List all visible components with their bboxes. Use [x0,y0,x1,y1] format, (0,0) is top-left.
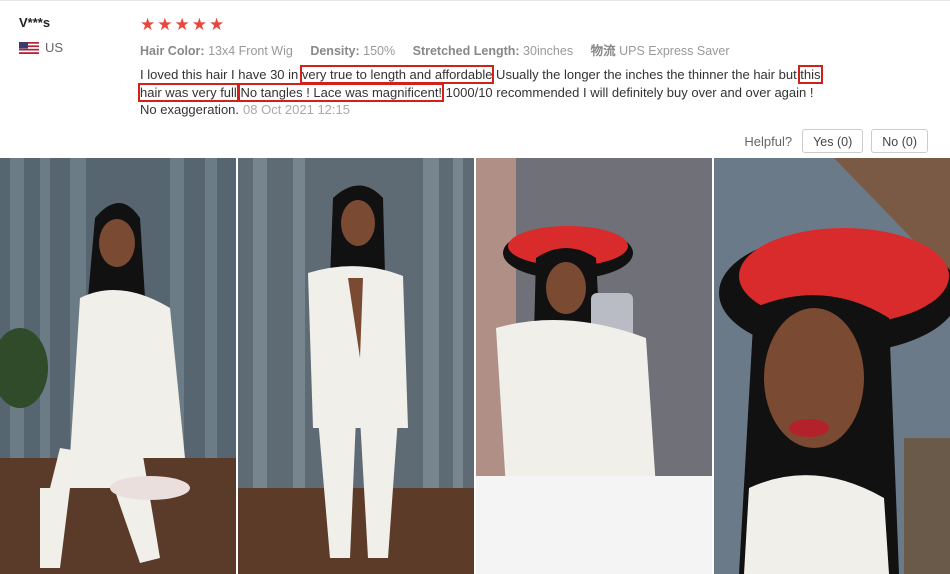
review-text: I loved this hair I have 30 in very true… [138,65,823,117]
review-photos [0,158,950,574]
helpful-label: Helpful? [744,133,793,149]
reviewer-name: V***s [19,15,51,30]
spec-stretched-length: Stretched Length: 30inches [412,44,574,58]
star-icon: ★ [157,15,173,34]
star-icon: ★ [209,15,225,34]
top-divider [0,0,950,1]
helpful-yes-button[interactable]: Yes (0) [802,129,864,153]
star-icon: ★ [191,15,207,34]
star-rating: ★ ★ ★ ★ ★ [140,15,840,35]
review-photo-4[interactable] [714,158,950,574]
product-specs: Hair Color: 13x4 Front Wig Density: 150%… [140,40,840,59]
reviewer-country: US [19,40,63,55]
reviewer-info: V***s US [19,15,63,55]
star-icon: ★ [140,15,156,34]
helpful-votes: Helpful? Yes (0) No (0) [744,129,928,153]
review-date: 08 Oct 2021 12:15 [243,102,350,117]
review-photo-2[interactable] [238,158,474,574]
highlight-box: very true to length and affordable [299,65,495,84]
review-body: ★ ★ ★ ★ ★ Hair Color: 13x4 Front Wig Den… [138,15,840,119]
star-icon: ★ [174,15,190,34]
country-code: US [45,40,64,55]
review-photo-1[interactable] [0,158,236,574]
helpful-no-button[interactable]: No (0) [871,129,928,153]
spec-density: Density: 150% [310,44,396,58]
highlight-box: No tangles ! Lace was magnificent! [238,82,445,102]
spec-hair-color: Hair Color: 13x4 Front Wig [140,44,293,58]
spec-shipping: 物流 UPS Express Saver [590,44,730,58]
us-flag-icon [19,41,39,54]
review-photo-3[interactable] [476,158,712,574]
